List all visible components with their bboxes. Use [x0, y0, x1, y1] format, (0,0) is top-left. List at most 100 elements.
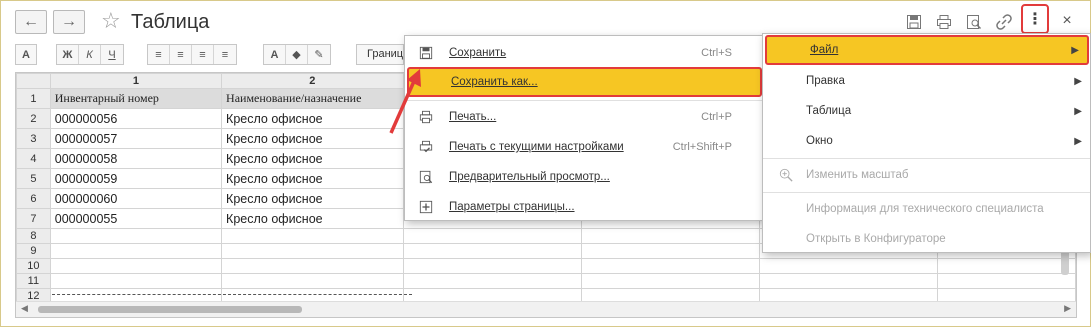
favorite-star-icon[interactable]: ☆	[101, 9, 121, 33]
cell[interactable]: Кресло офисное	[221, 128, 404, 149]
cell[interactable]	[402, 243, 582, 259]
cell[interactable]	[580, 228, 760, 244]
row-number[interactable]: 9	[16, 243, 51, 259]
menu-item-print-current[interactable]: Печать с текущими настройками Ctrl+Shift…	[405, 132, 762, 162]
more-actions-button[interactable]: ⋮	[1021, 4, 1049, 34]
fill-color-icon[interactable]: ◆	[286, 45, 308, 64]
text-color-icon[interactable]: A	[264, 45, 286, 64]
menu-item-window[interactable]: Окно ▶	[763, 126, 1090, 156]
submenu-arrow-icon: ▶	[1074, 135, 1082, 147]
menu-item-table[interactable]: Таблица ▶	[763, 96, 1090, 126]
back-arrow-icon: ←	[23, 13, 39, 30]
menu-item-save-as[interactable]: Сохранить как...	[407, 67, 762, 97]
menu-separator	[763, 158, 1090, 159]
cell[interactable]: Кресло офисное	[221, 168, 404, 189]
align-left-icon[interactable]: ≡	[148, 45, 170, 64]
pen-icon[interactable]: ✎	[308, 45, 330, 64]
cell[interactable]: 000000057	[49, 128, 223, 149]
table-row: 10	[16, 258, 1076, 274]
menu-item-open-configurator[interactable]: Открыть в Конфигураторе	[763, 224, 1090, 254]
cell[interactable]	[49, 228, 223, 244]
scroll-left-icon[interactable]: ◀	[21, 303, 28, 314]
more-vertical-icon: ⋮	[1027, 11, 1043, 28]
cell[interactable]	[221, 273, 404, 289]
cell[interactable]: Кресло офисное	[221, 148, 404, 169]
row-number[interactable]: 2	[16, 108, 51, 129]
cell[interactable]	[936, 258, 1076, 274]
font-button[interactable]: A	[15, 44, 37, 65]
cell[interactable]: Инвентарный номер	[49, 88, 223, 109]
link-icon[interactable]	[993, 11, 1015, 33]
cell[interactable]	[580, 243, 760, 259]
row-number[interactable]: 5	[16, 168, 51, 189]
cell[interactable]	[402, 228, 582, 244]
align-center-icon[interactable]: ≡	[170, 45, 192, 64]
row-number[interactable]: 11	[16, 273, 51, 289]
scrollbar-thumb[interactable]	[38, 306, 302, 313]
cell[interactable]	[936, 273, 1076, 289]
cell[interactable]: 000000056	[49, 108, 223, 129]
menu-item-page-setup[interactable]: Параметры страницы...	[405, 192, 762, 222]
cell[interactable]	[580, 273, 760, 289]
save-icon	[417, 44, 435, 62]
menu-item-edit[interactable]: Правка ▶	[763, 66, 1090, 96]
cell[interactable]	[221, 258, 404, 274]
borders-button[interactable]: Границ	[356, 44, 404, 65]
shortcut-label: Ctrl+Shift+P	[672, 141, 732, 153]
preview-icon[interactable]	[963, 11, 985, 33]
forward-button[interactable]: →	[53, 10, 85, 34]
cell[interactable]	[221, 228, 404, 244]
cell[interactable]	[49, 258, 223, 274]
cell[interactable]	[221, 243, 404, 259]
menu-item-zoom[interactable]: Изменить масштаб	[763, 160, 1090, 190]
row-number[interactable]: 7	[16, 208, 51, 229]
menu-item-label: Таблица	[806, 105, 852, 117]
scroll-right-icon[interactable]: ▶	[1064, 303, 1071, 314]
align-right-icon[interactable]: ≡	[192, 45, 214, 64]
menu-item-label: Параметры страницы...	[449, 201, 575, 213]
column-header[interactable]: 1	[49, 73, 223, 89]
cell[interactable]: Наименование/назначение	[221, 88, 404, 109]
close-icon: ×	[1062, 12, 1072, 29]
bold-button[interactable]: Ж	[57, 45, 79, 64]
cell[interactable]	[758, 273, 938, 289]
save-icon[interactable]	[903, 11, 925, 33]
row-number[interactable]: 8	[16, 228, 51, 244]
row-number[interactable]: 1	[16, 88, 51, 109]
menu-item-print[interactable]: Печать... Ctrl+P	[405, 102, 762, 132]
cell[interactable]	[49, 273, 223, 289]
close-button[interactable]: ×	[1057, 11, 1077, 31]
more-actions-menu: Файл ▶ Правка ▶ Таблица ▶ Окно ▶ Изменит…	[762, 33, 1091, 253]
cell[interactable]: Кресло офисное	[221, 208, 404, 229]
cell[interactable]: 000000058	[49, 148, 223, 169]
row-number[interactable]: 3	[16, 128, 51, 149]
row-number[interactable]: 6	[16, 188, 51, 209]
corner-cell[interactable]	[16, 73, 51, 89]
underline-button[interactable]: Ч	[101, 45, 123, 64]
cell[interactable]: 000000055	[49, 208, 223, 229]
menu-item-tech-info[interactable]: Информация для технического специалиста	[763, 194, 1090, 224]
window: ← → ☆ Таблица ⋮ × A Ж К Ч ≡ ≡ ≡ ≡ A ◆ ✎ …	[0, 0, 1091, 327]
cell[interactable]	[49, 243, 223, 259]
print-icon[interactable]	[933, 11, 955, 33]
align-justify-icon[interactable]: ≡	[214, 45, 236, 64]
cell[interactable]: 000000059	[49, 168, 223, 189]
row-number[interactable]: 4	[16, 148, 51, 169]
menu-item-file[interactable]: Файл ▶	[765, 35, 1089, 65]
cell[interactable]	[402, 258, 582, 274]
page-break-line	[52, 294, 412, 295]
cell[interactable]	[402, 273, 582, 289]
menu-item-save[interactable]: Сохранить Ctrl+S	[405, 38, 762, 68]
menu-item-preview[interactable]: Предварительный просмотр...	[405, 162, 762, 192]
column-header[interactable]: 2	[221, 73, 404, 89]
cell[interactable]: Кресло офисное	[221, 188, 404, 209]
row-number[interactable]: 10	[16, 258, 51, 274]
cell[interactable]: 000000060	[49, 188, 223, 209]
cell[interactable]	[580, 258, 760, 274]
cell[interactable]: Кресло офисное	[221, 108, 404, 129]
italic-button[interactable]: К	[79, 45, 101, 64]
table-row: 11	[16, 273, 1076, 289]
back-button[interactable]: ←	[15, 10, 47, 34]
horizontal-scrollbar[interactable]: ◀ ▶	[16, 301, 1076, 317]
cell[interactable]	[758, 258, 938, 274]
